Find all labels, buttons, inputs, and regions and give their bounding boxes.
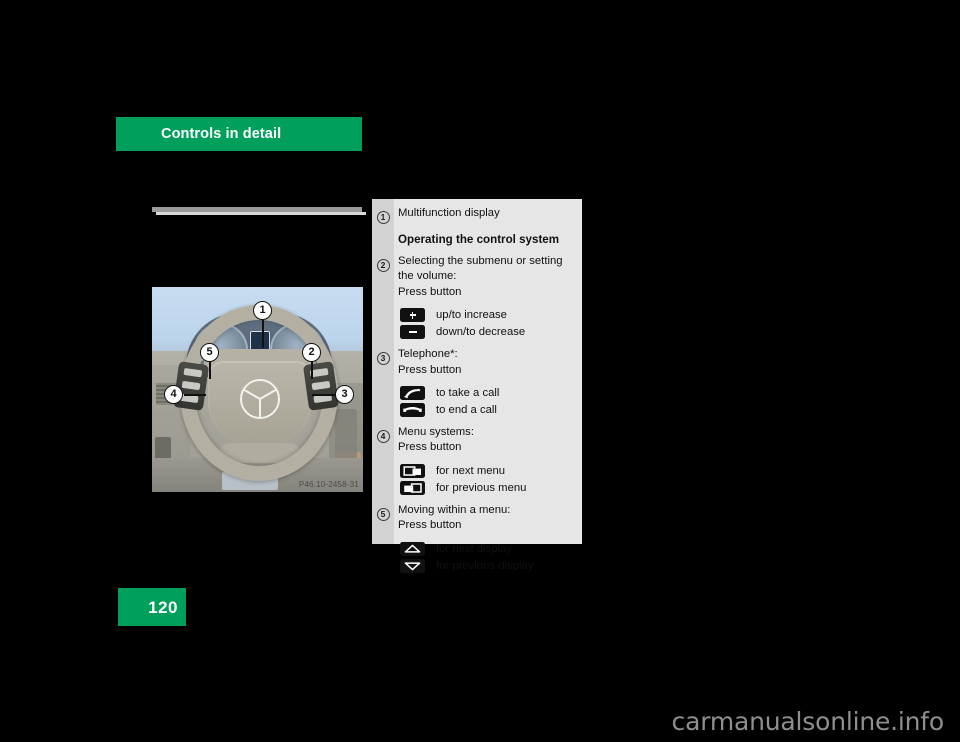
callout-5: 5 [200,343,219,362]
legend-number-blank [372,232,394,233]
legend-text-5: Moving within a menu: Press button [394,503,574,534]
icon-row-next-menu: for next menu [400,463,574,478]
icon-row-take-call: to take a call [400,386,574,401]
callout-2: 2 [302,343,321,362]
legend-text-3-line1: Telephone*: [398,348,458,361]
previous-display-icon[interactable] [400,558,425,573]
legend-text-2-line1: Selecting the submenu or setting [398,255,563,267]
previous-menu-label: for previous menu [436,481,527,494]
legend-text-4-line1: Menu systems: [398,426,474,439]
legend-text-2-line2: the volume: [398,270,457,283]
legend-text-5-line1: Moving within a menu: [398,503,511,516]
legend-number-5: 5 [372,503,394,522]
next-menu-icon[interactable] [400,463,425,478]
legend-row-4: 4 Menu systems: Press button [372,425,574,456]
legend-text-2-line3: Press button [398,285,462,298]
horizontal-rule [152,207,366,215]
plus-button-label: up/to increase [436,309,507,322]
legend-text-5-line2: Press button [398,519,462,532]
next-display-icon[interactable] [400,541,425,556]
legend-heading: Operating the control system [398,233,560,246]
right-button-pad [302,361,340,411]
next-menu-label: for next menu [436,464,506,477]
take-call-icon[interactable] [400,386,425,401]
page-number: 120 [148,598,178,617]
next-display-label: for next display [436,542,512,555]
legend-row-3: 3 Telephone*: Press button [372,347,574,378]
icon-row-end-call: to end a call [400,403,574,418]
callout-1: 1 [253,301,272,320]
take-call-label: to take a call [436,387,500,400]
legend-row-1: 1 Multifunction display [372,206,574,225]
legend-number-1: 1 [372,206,394,225]
legend-text-3: Telephone*: Press button [394,347,574,378]
section-header-banner: Controls in detail [116,117,362,151]
legend-text-2: Selecting the submenu or setting the vol… [394,254,574,300]
minus-button-label: down/to decrease [436,326,526,339]
watermark: carmanualsonline.info [671,707,945,736]
minus-button-icon[interactable] [400,325,425,340]
leader-line-4 [184,394,206,396]
page-number-badge: 120 [118,588,186,626]
previous-display-label: for previous display [436,559,534,572]
callout-3: 3 [335,385,354,404]
end-call-icon[interactable] [400,403,425,418]
figure-caption-code: P46.10-2458-31 [298,480,359,489]
mercedes-star-logo [240,379,280,419]
previous-menu-icon[interactable] [400,480,425,495]
leader-line-5 [209,361,211,379]
legend-row-heading: Operating the control system [372,232,574,249]
icon-row-plus: up/to increase [400,308,574,323]
icon-row-previous-menu: for previous menu [400,480,574,495]
legend-row-5: 5 Moving within a menu: Press button [372,503,574,534]
icon-row-next-display: for next display [400,541,574,556]
leader-line-2 [311,361,313,379]
rule-shadow [156,212,366,215]
icon-row-minus: down/to decrease [400,325,574,340]
legend-text-1: Multifunction display [398,207,500,219]
callout-4: 4 [164,385,183,404]
plus-button-icon[interactable] [400,308,425,323]
legend-number-2: 2 [372,254,394,273]
page-title: Controls in detail [161,126,282,142]
legend-number-3: 3 [372,347,394,366]
legend-number-4: 4 [372,425,394,444]
legend-text-4-line2: Press button [398,441,462,454]
steering-wheel-figure: 1 2 3 4 5 P46.10-2458-31 [152,287,363,492]
legend-panel: 1 Multifunction display Operating the co… [372,199,582,573]
leader-line-1 [262,320,264,348]
end-call-label: to end a call [436,404,497,417]
legend-text-4: Menu systems: Press button [394,425,574,456]
legend-text-3-line2: Press button [398,363,462,376]
icon-row-previous-display: for previous display [400,558,574,573]
leader-line-3 [312,394,336,396]
legend-row-2: 2 Selecting the submenu or setting the v… [372,254,574,300]
